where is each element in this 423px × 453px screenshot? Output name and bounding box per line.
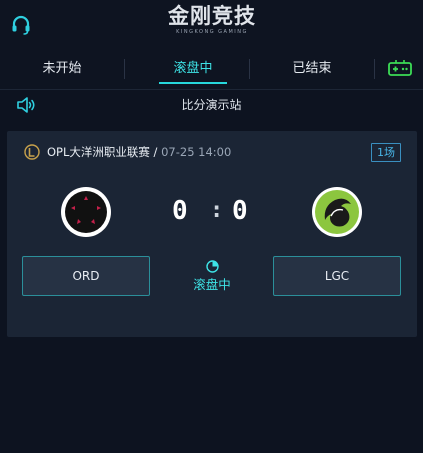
away-score: 0 bbox=[232, 196, 248, 226]
tab-not-started[interactable]: 未开始 bbox=[22, 48, 102, 90]
status-tabs: 未开始 滚盘中 已结束 bbox=[0, 48, 423, 90]
logo-subtitle: KINGKONG GAMING bbox=[176, 29, 248, 35]
logo-title: 金刚竞技 bbox=[168, 3, 256, 28]
games-count-badge: 1场 bbox=[371, 143, 401, 162]
tab-divider bbox=[124, 59, 125, 79]
announcement-text: 比分演示站 bbox=[181, 98, 242, 112]
home-score: 0 bbox=[172, 196, 188, 226]
league-info: OPL大洋洲职业联赛 / 07-25 14:00 bbox=[47, 143, 231, 161]
scoreboard: 0 : 0 bbox=[162, 193, 272, 229]
lgc-team-logo bbox=[312, 187, 362, 237]
league-separator: / bbox=[149, 145, 162, 159]
headset-icon[interactable] bbox=[10, 14, 32, 36]
away-team-button[interactable]: LGC bbox=[273, 256, 401, 296]
brand-logo: 金刚竞技 KINGKONG GAMING bbox=[160, 4, 264, 42]
ord-team-logo bbox=[61, 187, 111, 237]
league-of-legends-icon bbox=[24, 144, 40, 160]
live-status-label: 滚盘中 bbox=[193, 277, 231, 292]
score-separator: : bbox=[210, 198, 224, 223]
live-status-icon bbox=[206, 260, 219, 273]
home-team-button[interactable]: ORD bbox=[22, 256, 150, 296]
active-tab-indicator bbox=[159, 82, 227, 84]
app-header: 金刚竞技 KINGKONG GAMING bbox=[0, 0, 423, 48]
tab-finished[interactable]: 已结束 bbox=[272, 48, 352, 90]
match-datetime: 07-25 14:00 bbox=[161, 145, 232, 159]
gamepad-icon[interactable] bbox=[388, 59, 412, 77]
tab-divider bbox=[249, 59, 250, 79]
match-card[interactable]: OPL大洋洲职业联赛 / 07-25 14:00 1场 0 : 0 ORD LG… bbox=[7, 131, 417, 337]
league-name: OPL大洋洲职业联赛 bbox=[47, 145, 150, 159]
announcement-bar: 比分演示站 bbox=[0, 90, 423, 122]
tab-divider bbox=[374, 59, 375, 79]
